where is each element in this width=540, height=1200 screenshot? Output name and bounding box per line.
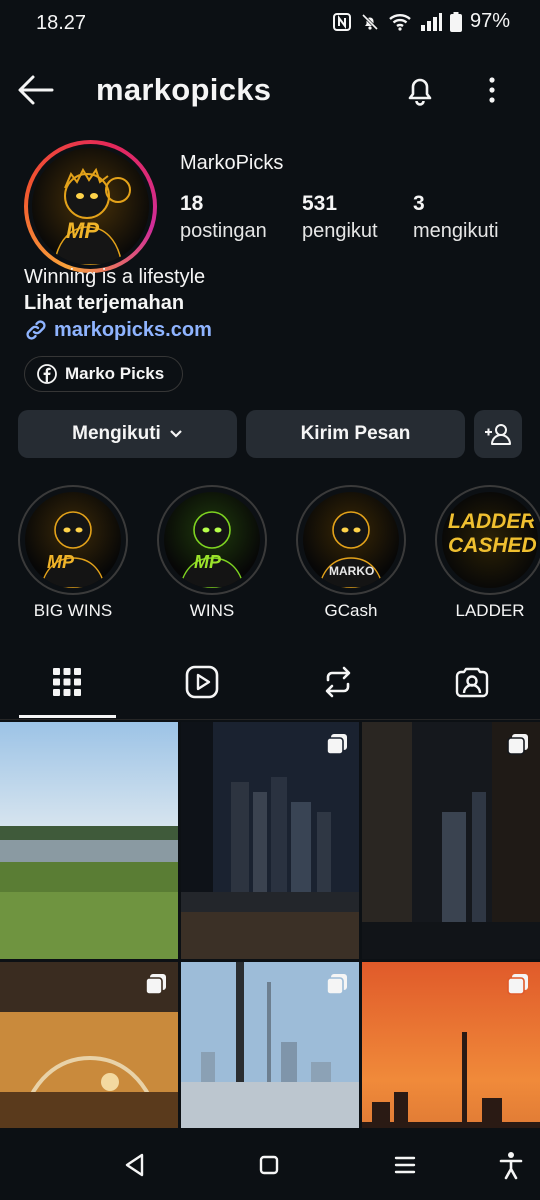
stat-posts-count: 18 [180,192,204,215]
link-icon [26,320,46,340]
profile-full-name: MarkoPicks [180,152,284,174]
nav-home-icon[interactable] [254,1150,284,1180]
post-image [362,722,540,959]
more-options-icon[interactable] [478,72,506,108]
highlight-ladder[interactable]: LADDER CASHED LADDER [434,485,540,621]
suggested-people-button[interactable] [474,410,522,458]
highlight-label: LADDER [455,601,525,620]
add-person-icon [485,424,511,445]
post-thumbnail[interactable] [0,722,178,959]
following-button[interactable]: Mengikuti [18,410,237,458]
active-tab-indicator [19,715,116,718]
carousel-icon [145,974,166,995]
highlight-label: BIG WINS [33,601,113,620]
highlight-image [179,511,245,588]
tab-reposts-icon[interactable] [320,664,356,700]
highlight-big-wins[interactable]: MP BIG WINS [17,485,129,621]
highlight-image [40,511,106,588]
stat-posts-label: postingan [180,220,267,242]
post-thumbnail[interactable] [362,722,540,959]
avatar-monogram: MP [66,218,99,243]
carousel-icon [507,734,528,755]
highlight-badge: LADDER CASHED [448,510,537,557]
status-icons: 97% [332,10,510,33]
highlight-label: WINS [189,601,235,620]
highlight-badge: MARKO [329,564,375,578]
mute-icon [361,13,379,30]
signal-icon [420,12,442,31]
post-thumbnail[interactable] [362,962,540,1128]
system-navigation-bar [0,1128,540,1200]
highlight-wins[interactable]: MP WINS [156,485,268,621]
stat-followers[interactable]: 531 pengikut [302,192,378,243]
tab-reels-icon[interactable] [184,664,220,700]
chevron-down-icon [170,430,182,438]
send-message-button[interactable]: Kirim Pesan [246,410,465,458]
stat-followers-label: pengikut [302,220,378,242]
carousel-icon [326,734,347,755]
facebook-icon [37,364,57,384]
posts-grid [0,722,540,1128]
nfc-icon [332,12,351,31]
wifi-icon [389,13,411,31]
profile-tabs [0,652,540,720]
profile-header: markopicks [0,60,540,120]
tab-posts-grid-icon[interactable] [49,664,85,700]
stat-posts[interactable]: 18 postingan [180,192,267,243]
nav-back-icon[interactable] [120,1150,150,1180]
post-image [0,722,178,959]
notification-bell-icon[interactable] [402,72,438,108]
facebook-profile-chip[interactable]: Marko Picks [24,356,184,392]
nav-recents-icon[interactable] [390,1150,420,1180]
highlight-label: GCash [324,601,378,620]
website-link-text: markopicks.com [54,318,212,341]
see-translation-link[interactable]: Lihat terjemahan [24,292,184,315]
stat-following-label: mengikuti [413,220,499,242]
website-link[interactable]: markopicks.com [24,318,212,342]
profile-username: markopicks [96,72,272,107]
post-thumbnail[interactable] [181,962,359,1128]
status-bar: 18.27 97% [0,0,540,48]
status-time: 18.27 [36,12,87,34]
bio-text: Winning is a lifestyle [24,266,206,288]
post-image [181,722,359,959]
highlight-badge: MP [194,552,221,572]
tab-tagged-icon[interactable] [454,664,490,700]
profile-avatar[interactable]: MP [24,140,157,273]
carousel-icon [326,974,347,995]
battery-icon [449,11,462,32]
stat-following[interactable]: 3 mengikuti [413,192,499,243]
facebook-chip-label: Marko Picks [65,364,165,383]
highlight-gcash[interactable]: MARKO GCash [295,485,407,621]
carousel-icon [507,974,528,995]
back-arrow-icon[interactable] [16,72,56,108]
post-thumbnail[interactable] [181,722,359,959]
stat-following-count: 3 [413,192,425,215]
send-message-label: Kirim Pesan [300,423,411,444]
stat-followers-count: 531 [302,192,338,215]
battery-percent: 97% [469,10,510,32]
avatar-image [32,148,149,265]
following-button-label: Mengikuti [72,423,161,444]
highlight-badge: MP [47,552,74,572]
post-thumbnail[interactable] [0,962,178,1128]
accessibility-icon[interactable] [496,1150,526,1180]
